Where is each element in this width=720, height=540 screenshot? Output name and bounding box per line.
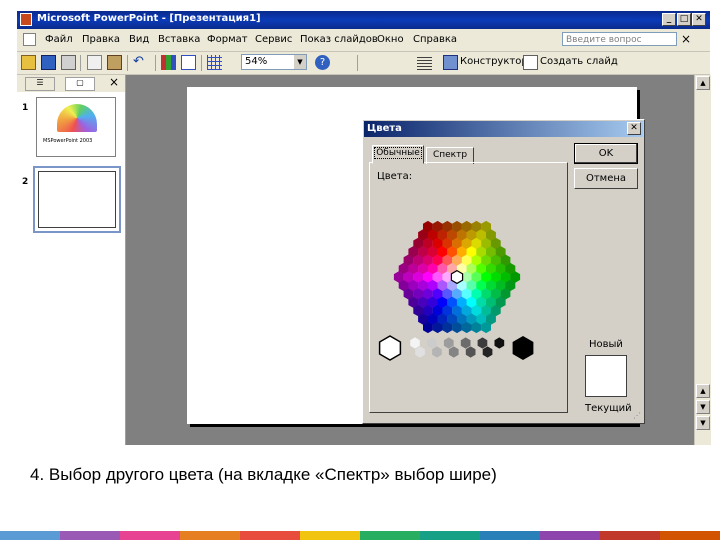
chevron-down-icon[interactable]: ▼ (294, 55, 306, 69)
grey-cell[interactable] (460, 337, 471, 349)
stripe-segment (480, 531, 541, 540)
black-cell[interactable] (512, 336, 534, 360)
help-icon[interactable]: ? (315, 55, 330, 70)
grey-cell[interactable] (432, 346, 442, 358)
thumbnail-title: MSPowerPoint 2003 (43, 138, 93, 144)
new-color-swatch (586, 356, 626, 376)
menu-file[interactable]: Файл (45, 34, 73, 45)
open-icon[interactable] (21, 55, 36, 70)
window-title: Microsoft PowerPoint - [Презентация1] (37, 13, 261, 24)
zoom-value: 54% (245, 56, 268, 67)
menu-window[interactable]: Окно (377, 34, 404, 45)
bullets-icon[interactable] (417, 55, 432, 70)
stripe-segment (660, 531, 720, 540)
color-hexagon-grid[interactable] (393, 220, 521, 334)
slide-thumbnail-2-inner (38, 171, 116, 228)
slide-number-2: 2 (22, 177, 29, 187)
stripe-segment (180, 531, 241, 540)
ok-button[interactable]: OK (574, 143, 638, 164)
grey-cell[interactable] (482, 346, 493, 358)
menu-slideshow[interactable]: Показ слайдов (300, 34, 378, 45)
designer-icon[interactable] (443, 55, 458, 70)
undo-icon[interactable]: ↶ (133, 55, 148, 70)
slide-caption: 4. Выбор другого цвета (на вкладке «Спек… (30, 465, 497, 484)
colors-dialog: Цвета ✕ Обычные Спектр Цвета: OK Отмена … (362, 119, 645, 424)
scroll-up-icon[interactable]: ▲ (696, 76, 710, 90)
minimize-button[interactable]: _ (662, 13, 676, 26)
outline-tab-icon[interactable]: ☰ (25, 77, 55, 91)
menu-view[interactable]: Вид (129, 34, 149, 45)
window-close-button[interactable]: ✕ (692, 13, 706, 26)
stripe-segment (0, 531, 61, 540)
white-cell[interactable] (378, 335, 402, 361)
dialog-title: Цвета (367, 123, 402, 134)
cancel-button[interactable]: Отмена (574, 168, 638, 189)
dialog-title-bar: Цвета ✕ (364, 121, 643, 137)
menu-insert[interactable]: Вставка (158, 34, 200, 45)
menu-bar: Файл Правка Вид Вставка Формат Сервис По… (17, 29, 710, 52)
slide-thumbnail-1[interactable]: MSPowerPoint 2003 (36, 97, 116, 157)
grey-cell[interactable] (477, 337, 488, 349)
stripe-segment (540, 531, 601, 540)
new-color-label: Новый (589, 339, 623, 350)
dialog-close-button[interactable]: ✕ (627, 122, 641, 135)
document-icon (23, 33, 36, 46)
print-icon[interactable] (61, 55, 76, 70)
decorative-stripe (0, 531, 720, 540)
new-slide-icon[interactable] (523, 55, 538, 70)
grey-cell[interactable] (448, 346, 459, 358)
chart-icon[interactable] (161, 55, 176, 70)
greyscale-row[interactable] (378, 335, 534, 361)
scroll-down-page-icon[interactable]: ▼ (696, 400, 710, 414)
pane-close-icon[interactable]: × (109, 75, 119, 89)
slide-number-1: 1 (22, 103, 29, 113)
toolbar: ↶ 54% ▼ ? Конструктор Создать слайд (17, 52, 710, 75)
stripe-segment (300, 531, 361, 540)
color-picker-svg[interactable] (370, 163, 567, 412)
grey-cell[interactable] (494, 337, 505, 349)
grey-cell[interactable] (427, 337, 437, 349)
stripe-segment (240, 531, 301, 540)
tab-standard[interactable]: Обычные (372, 145, 424, 164)
current-color-swatch (586, 376, 626, 396)
ask-question-input[interactable]: Введите вопрос (562, 32, 677, 46)
window-title-bar: Microsoft PowerPoint - [Презентация1] _ … (17, 11, 710, 29)
current-color-label: Текущий (585, 403, 632, 414)
save-icon[interactable] (41, 55, 56, 70)
new-slide-button[interactable]: Создать слайд (540, 56, 618, 67)
menu-tools[interactable]: Сервис (255, 34, 292, 45)
resize-grip-icon[interactable]: ⋰ (633, 411, 643, 421)
table-icon[interactable] (181, 55, 196, 70)
menu-help[interactable]: Справка (413, 34, 457, 45)
pane-tabs: ☰ ▢ × (17, 75, 125, 92)
zoom-select[interactable]: 54% ▼ (241, 54, 307, 70)
menu-edit[interactable]: Правка (82, 34, 120, 45)
copy-icon[interactable] (87, 55, 102, 70)
color-preview (585, 355, 627, 397)
tab-panel: Цвета: (369, 162, 568, 413)
grey-cell[interactable] (465, 346, 476, 358)
grey-cell[interactable] (443, 337, 454, 349)
menu-close-icon[interactable]: × (681, 32, 691, 46)
maximize-button[interactable]: □ (677, 13, 691, 26)
paste-icon[interactable] (107, 55, 122, 70)
designer-button[interactable]: Конструктор (460, 56, 528, 67)
stripe-segment (600, 531, 661, 540)
stripe-segment (120, 531, 181, 540)
slides-tab-icon[interactable]: ▢ (65, 77, 95, 91)
powerpoint-app-icon (20, 13, 32, 26)
slide-thumbnail-2-selected[interactable] (33, 166, 121, 233)
grid-icon[interactable] (207, 55, 222, 70)
grey-cell[interactable] (410, 337, 420, 349)
stripe-segment (360, 531, 421, 540)
scroll-up-page-icon[interactable]: ▲ (696, 384, 710, 398)
thumbnail-fan-graphic (57, 104, 97, 132)
menu-format[interactable]: Формат (207, 34, 248, 45)
scroll-down-icon[interactable]: ▼ (696, 416, 710, 430)
vertical-scrollbar[interactable]: ▲ ▲ ▼ ▼ (694, 75, 711, 445)
grey-cell[interactable] (415, 346, 425, 358)
stripe-segment (420, 531, 481, 540)
stripe-segment (60, 531, 121, 540)
